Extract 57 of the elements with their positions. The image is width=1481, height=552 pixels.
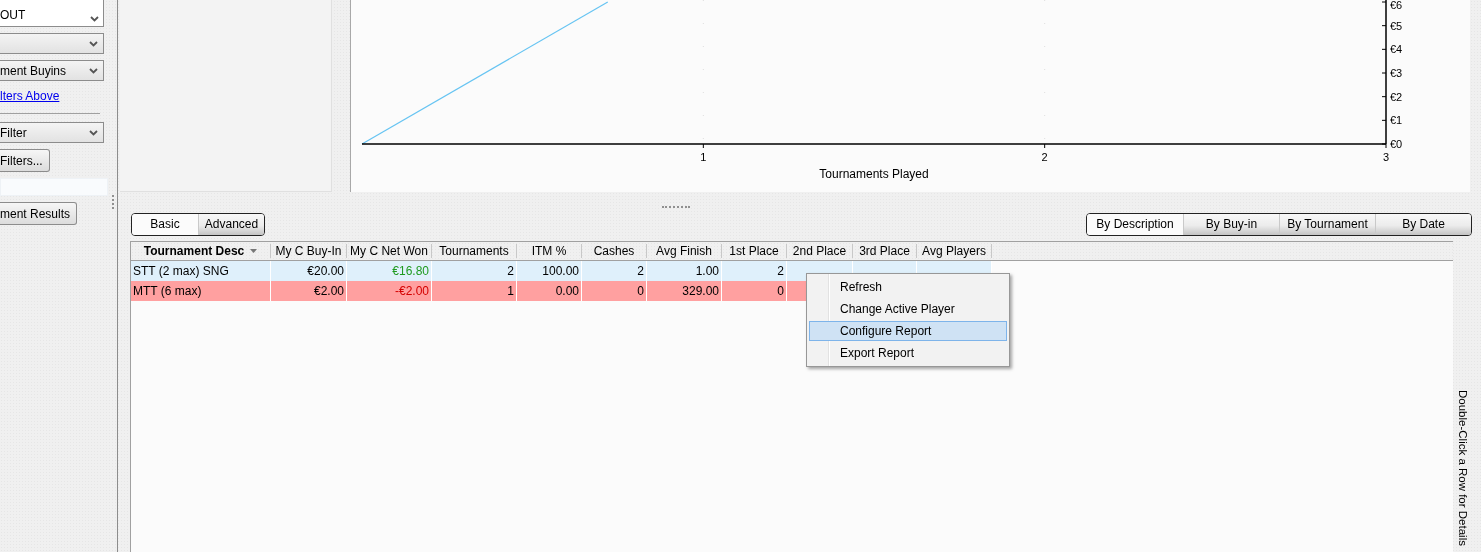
table-cell: 0.00: [517, 281, 582, 301]
table-cell: 0: [582, 281, 647, 301]
column-header[interactable]: Tournaments: [432, 244, 517, 258]
tab[interactable]: By Tournament: [1279, 213, 1375, 235]
chevron-down-icon: [90, 16, 99, 22]
tick-label: €1: [1390, 114, 1403, 127]
column-header[interactable]: My C Net Won: [347, 244, 432, 258]
tab[interactable]: By Date: [1375, 213, 1471, 235]
menu-item[interactable]: Export Report: [809, 343, 1007, 363]
column-header[interactable]: My C Buy-In: [271, 244, 347, 258]
column-header[interactable]: Avg Players: [917, 244, 992, 258]
table-cell: 0: [722, 281, 787, 301]
menu-item[interactable]: Change Active Player: [809, 299, 1007, 319]
link[interactable]: lters Above: [0, 89, 60, 103]
column-header[interactable]: ITM %: [517, 244, 582, 258]
sort-arrow-icon: [250, 249, 258, 253]
tick-label: €5: [1390, 19, 1403, 32]
splitter-grip[interactable]: [112, 195, 116, 209]
table-cell: MTT (6 max): [131, 281, 271, 301]
column-header[interactable]: 2nd Place: [787, 244, 853, 258]
tab[interactable]: Advanced: [198, 213, 264, 235]
menu-item[interactable]: Configure Report: [809, 321, 1007, 341]
dropdown[interactable]: [0, 33, 104, 54]
tab[interactable]: By Description: [1087, 213, 1183, 235]
button[interactable]: ment Results: [0, 202, 78, 225]
tick-label: 3: [1382, 151, 1390, 163]
dropdown[interactable]: ment Buyins: [0, 60, 104, 81]
table-cell: €16.80: [392, 264, 429, 278]
tick-label: €3: [1390, 67, 1403, 79]
chevron-down-icon: [89, 129, 98, 136]
column-header[interactable]: Cashes: [582, 244, 647, 258]
dropdown[interactable]: Filter: [0, 122, 104, 143]
button[interactable]: Filters...: [0, 149, 50, 172]
column-header[interactable]: Tournament Desc: [131, 244, 271, 258]
splitter-grip[interactable]: [661, 206, 690, 210]
axis-title: Tournaments Played: [819, 167, 929, 181]
tick-label: €2: [1390, 90, 1403, 103]
chevron-down-icon: [89, 40, 98, 47]
tab[interactable]: By Buy-in: [1183, 213, 1279, 235]
table-cell: 329.00: [647, 281, 722, 301]
tab[interactable]: Basic: [132, 213, 198, 235]
tick-label: €6: [1390, 0, 1403, 11]
tick-label: €4: [1390, 43, 1403, 56]
table-cell: 1: [432, 281, 517, 301]
column-header[interactable]: 1st Place: [722, 244, 787, 258]
list-item[interactable]: OUT: [0, 8, 26, 22]
table-cell: €2.00: [271, 281, 347, 301]
column-header[interactable]: Avg Finish: [647, 244, 722, 258]
hint-text: Double-Click a Row for Details: [1456, 390, 1469, 546]
table-cell: -€2.00: [394, 284, 429, 298]
tick-label: 1: [700, 151, 707, 163]
column-header[interactable]: 3rd Place: [853, 244, 917, 258]
tick-label: 2: [1041, 151, 1048, 163]
list-box[interactable]: OUT: [0, 0, 104, 27]
chevron-down-icon: [89, 67, 98, 74]
tick-label: €0: [1390, 138, 1403, 150]
table-row[interactable]: STT (2 max) SNG €20.00 €16.80 2 100.00 2 1.00 2: [131, 261, 992, 281]
